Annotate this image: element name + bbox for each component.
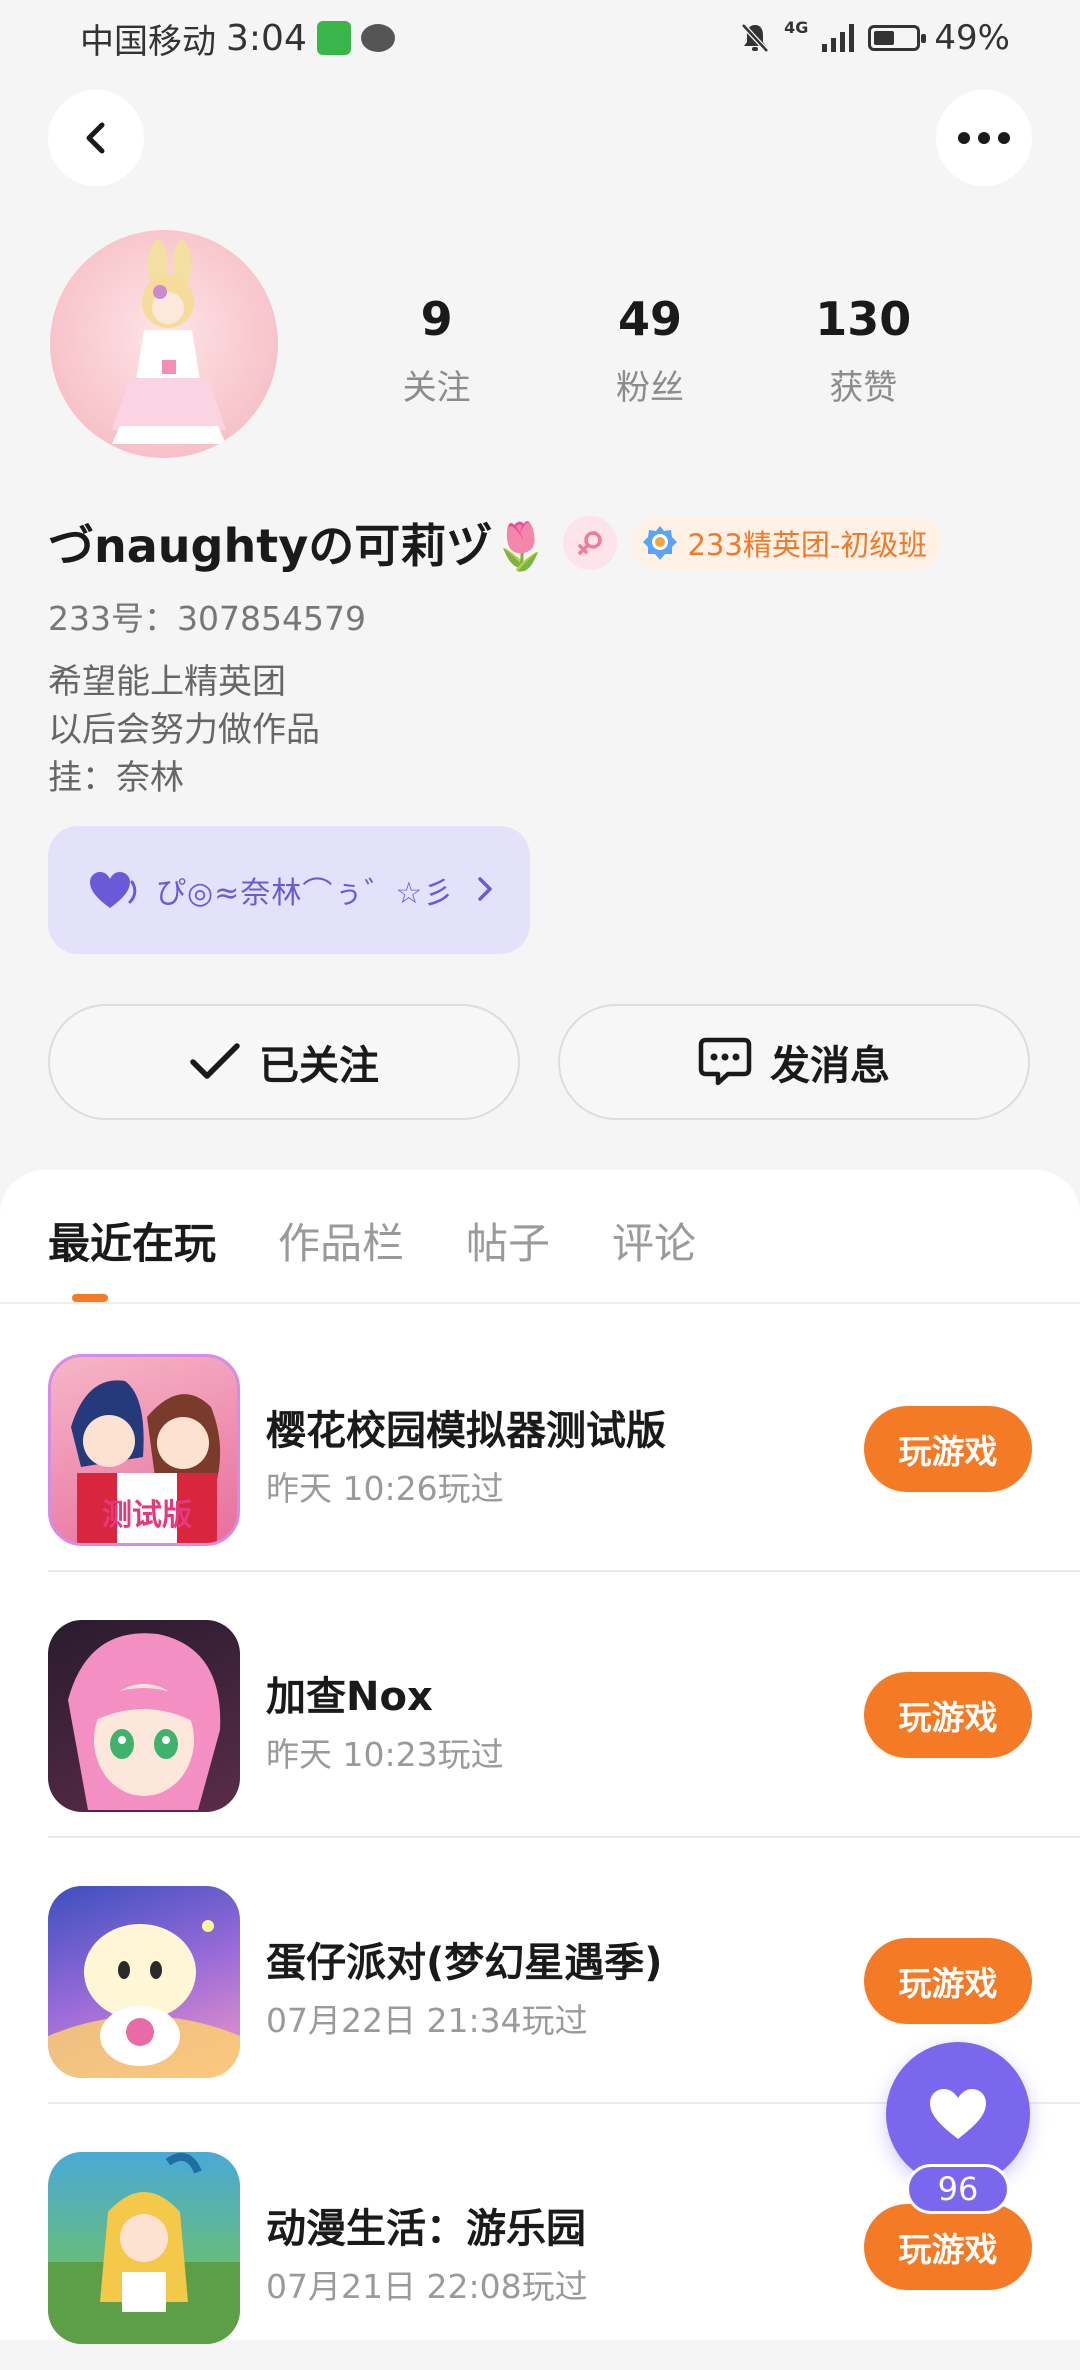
status-left: 中国移动 3:04 bbox=[80, 14, 395, 62]
mute-bell-icon bbox=[741, 23, 769, 53]
send-message-label: 发消息 bbox=[770, 1043, 890, 1089]
game-icon: 测试版 bbox=[48, 1354, 240, 1546]
game-icon bbox=[48, 2152, 240, 2344]
badge-emblem-icon bbox=[643, 526, 678, 560]
like-count-badge: 96 bbox=[906, 2164, 1010, 2214]
battery-icon bbox=[868, 25, 927, 51]
game-icon bbox=[48, 1886, 240, 2078]
more-options-button[interactable] bbox=[936, 90, 1032, 186]
battery-percent: 49% bbox=[934, 18, 1010, 58]
network-type: 4G bbox=[784, 18, 809, 37]
game-icon-label: 测试版 bbox=[102, 1498, 192, 1533]
chevron-left-icon bbox=[86, 122, 105, 154]
stat-followers[interactable]: 49 粉丝 bbox=[550, 292, 750, 409]
send-message-button[interactable]: 发消息 bbox=[558, 1004, 1030, 1120]
play-game-button[interactable]: 玩游戏 bbox=[864, 1938, 1032, 2024]
fan-card[interactable]: ぴ◎≈奈林⌒ぅ゛☆彡 bbox=[48, 826, 530, 954]
carrier-label: 中国移动 bbox=[80, 21, 216, 62]
game-icon bbox=[48, 1620, 240, 1812]
play-game-button[interactable]: 玩游戏 bbox=[864, 2204, 1032, 2290]
avatar[interactable] bbox=[50, 230, 278, 458]
game-last-played: 昨天 10:23玩过 bbox=[266, 1735, 504, 1774]
signal-icon bbox=[822, 24, 855, 52]
more-horizontal-icon bbox=[958, 132, 1010, 144]
divider bbox=[0, 1302, 1080, 1304]
chat-bubble-icon bbox=[698, 1037, 752, 1086]
status-right: 4G 49% bbox=[740, 14, 1010, 62]
bio-line: 希望能上精英团 bbox=[48, 662, 286, 702]
stat-likes[interactable]: 130 获赞 bbox=[763, 292, 963, 409]
fan-card-label: ぴ◎≈奈林⌒ぅ゛☆彡 bbox=[156, 876, 455, 911]
game-title: 动漫生活：游乐园 bbox=[266, 2206, 586, 2252]
stat-label: 粉丝 bbox=[615, 368, 684, 408]
stat-label: 关注 bbox=[402, 368, 471, 408]
game-last-played: 07月22日 21:34玩过 bbox=[266, 2001, 588, 2040]
stat-value: 49 bbox=[617, 292, 682, 346]
game-title: 樱花校园模拟器测试版 bbox=[266, 1408, 666, 1454]
profile-stats: 9 关注 49 粉丝 130 获赞 bbox=[330, 292, 970, 409]
elite-group-badge[interactable]: 233精英团-初级班 bbox=[631, 517, 942, 569]
game-title: 加查Nox bbox=[266, 1674, 433, 1720]
tab-bar: 最近在玩 作品栏 帖子 评论 bbox=[48, 1210, 758, 1271]
avatar-character-image bbox=[112, 240, 226, 444]
name-row: づnaughtyの可莉ヅ🌷 233精英团-初级班 bbox=[48, 508, 942, 578]
user-id: 233号：307854579 bbox=[48, 599, 366, 638]
message-notification-icon bbox=[360, 24, 395, 52]
clock: 3:04 bbox=[226, 17, 307, 59]
username: づnaughtyの可莉ヅ🌷 bbox=[48, 519, 550, 573]
stat-value: 9 bbox=[420, 292, 453, 346]
bio-line: 以后会努力做作品 bbox=[48, 710, 320, 750]
checkmark-icon bbox=[190, 1043, 240, 1079]
tab-recently-played[interactable]: 最近在玩 bbox=[48, 1210, 216, 1271]
status-bar: 中国移动 3:04 4G 49% bbox=[0, 0, 1080, 76]
back-button[interactable] bbox=[48, 90, 144, 186]
badge-label: 233精英团-初级班 bbox=[687, 528, 928, 562]
list-item[interactable]: 测试版 樱花校园模拟器测试版 昨天 10:26玩过 玩游戏 bbox=[48, 1306, 1080, 1572]
tab-comments[interactable]: 评论 bbox=[612, 1210, 696, 1271]
bio-line: 挂：奈林 bbox=[48, 758, 184, 798]
chevron-right-icon bbox=[478, 877, 492, 901]
followed-label: 已关注 bbox=[259, 1043, 379, 1089]
list-item[interactable]: 加查Nox 昨天 10:23玩过 玩游戏 bbox=[48, 1572, 1080, 1838]
game-title: 蛋仔派对(梦幻星遇季) bbox=[266, 1940, 663, 1986]
play-game-button[interactable]: 玩游戏 bbox=[864, 1406, 1032, 1492]
active-tab-indicator bbox=[72, 1294, 108, 1302]
gender-female-icon bbox=[563, 516, 618, 570]
game-last-played: 昨天 10:26玩过 bbox=[266, 1469, 504, 1508]
stat-following[interactable]: 9 关注 bbox=[337, 292, 537, 409]
stat-value: 130 bbox=[815, 292, 912, 346]
play-game-button[interactable]: 玩游戏 bbox=[864, 1672, 1032, 1758]
heart-icon bbox=[90, 872, 137, 908]
tab-works[interactable]: 作品栏 bbox=[278, 1210, 404, 1271]
stat-label: 获赞 bbox=[829, 368, 898, 408]
heart-icon bbox=[930, 2089, 986, 2139]
followed-button[interactable]: 已关注 bbox=[48, 1004, 520, 1120]
game-last-played: 07月21日 22:08玩过 bbox=[266, 2267, 588, 2306]
app-notification-icon bbox=[316, 21, 351, 55]
bio: 希望能上精英团 以后会努力做作品 挂：奈林 bbox=[48, 658, 320, 802]
tab-posts[interactable]: 帖子 bbox=[466, 1210, 550, 1271]
